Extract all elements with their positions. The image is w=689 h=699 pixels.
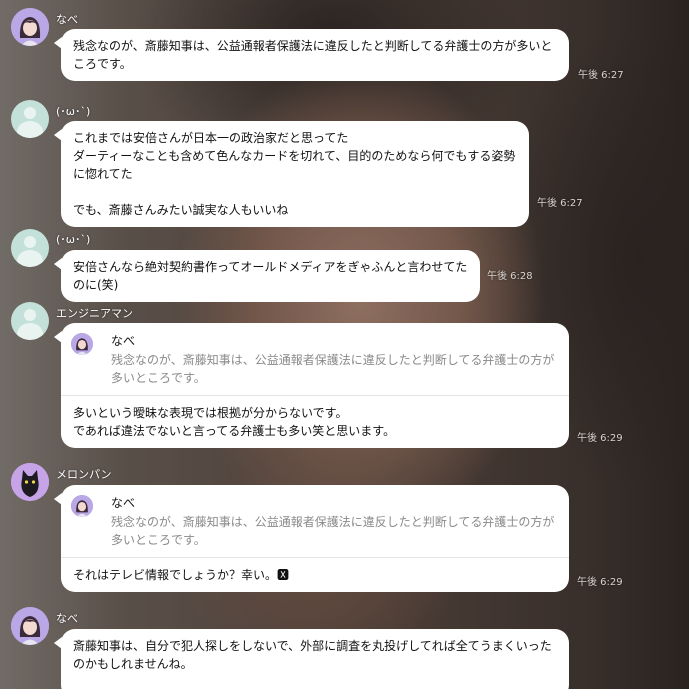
avatar-body (17, 250, 43, 267)
message-bubble[interactable]: これまでは安倍さんが日本一の政治家だと思ってた ダーティーなことも含めて色んなカ… (54, 121, 529, 227)
quoted-message[interactable]: なべ 残念なのが、斎藤知事は、公益通報者保護法に違反したと判断してる弁護士の方が… (61, 331, 569, 396)
quoted-avatar (71, 333, 93, 355)
quoted-avatar (71, 495, 93, 517)
message-text: これまでは安倍さんが日本一の政治家だと思ってた ダーティーなことも含めて色んなカ… (73, 131, 516, 217)
avatar[interactable] (11, 229, 49, 267)
message-text: それはテレビ情報でしょうか？幸い。🆇 (73, 568, 290, 582)
avatar[interactable] (11, 8, 49, 46)
sender-name: なべ (56, 612, 78, 625)
sender-name: メロンパン (56, 468, 112, 481)
nabe-avatar-icon (11, 607, 49, 645)
default-avatar-icon (24, 236, 36, 248)
message-text: 安倍さんなら絶対契約書作ってオールドメディアをぎゃふんと言わせてたのに(笑) (73, 260, 468, 292)
avatar[interactable] (11, 607, 49, 645)
avatar-body (17, 121, 43, 138)
avatar[interactable] (11, 100, 49, 138)
sender-name: なべ (56, 13, 78, 26)
sender-name: (･ω･`) (56, 105, 91, 118)
avatar[interactable] (11, 302, 49, 340)
sender-name: (･ω･`) (56, 233, 91, 246)
message-text: 多いという曖昧な表現では根拠が分からないです。 であれば違法でないと言ってる弁護… (73, 406, 396, 438)
nabe-avatar-icon (71, 495, 93, 517)
avatar-body (17, 323, 43, 340)
cat-avatar-icon (11, 463, 49, 501)
message-text: 斎藤知事は、自分で犯人探しをしないで、外部に調査を丸投げしてれば全てうまくいった… (73, 639, 552, 671)
quoted-text: 残念なのが、斎藤知事は、公益通報者保護法に違反したと判断してる弁護士の方が多いと… (111, 515, 555, 547)
timestamp: 午後 6:29 (577, 577, 623, 588)
default-avatar-icon (24, 309, 36, 321)
timestamp: 午後 6:27 (537, 198, 583, 209)
message-bubble[interactable]: 残念なのが、斎藤知事は、公益通報者保護法に違反したと判断してる弁護士の方が多いと… (54, 29, 569, 81)
quoted-message[interactable]: なべ 残念なのが、斎藤知事は、公益通報者保護法に違反したと判断してる弁護士の方が… (61, 493, 569, 558)
avatar[interactable] (11, 463, 49, 501)
default-avatar-icon (24, 107, 36, 119)
timestamp: 午後 6:27 (578, 70, 624, 81)
nabe-avatar-icon (71, 333, 93, 355)
message-bubble[interactable]: 安倍さんなら絶対契約書作ってオールドメディアをぎゃふんと言わせてたのに(笑) (54, 250, 480, 302)
timestamp: 午後 6:28 (487, 271, 533, 282)
quoted-text: 残念なのが、斎藤知事は、公益通報者保護法に違反したと判断してる弁護士の方が多いと… (111, 353, 555, 385)
sender-name: エンジニアマン (56, 307, 133, 320)
message-text: 残念なのが、斎藤知事は、公益通報者保護法に違反したと判断してる弁護士の方が多いと… (73, 39, 553, 71)
nabe-avatar-icon (11, 8, 49, 46)
quoted-sender-name: なべ (111, 496, 136, 510)
timestamp: 午後 6:29 (577, 433, 623, 444)
quoted-sender-name: なべ (111, 334, 136, 348)
reply-bubble[interactable]: なべ 残念なのが、斎藤知事は、公益通報者保護法に違反したと判断してる弁護士の方が… (54, 323, 569, 448)
reply-bubble[interactable]: なべ 残念なのが、斎藤知事は、公益通報者保護法に違反したと判断してる弁護士の方が… (54, 485, 569, 592)
